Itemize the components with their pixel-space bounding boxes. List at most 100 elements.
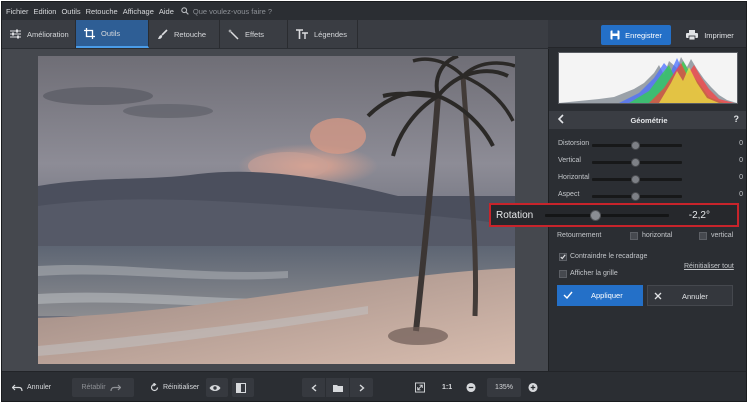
chevron-right-icon xyxy=(359,383,365,392)
navigation-group xyxy=(302,378,373,397)
rotation-track[interactable] xyxy=(545,210,669,221)
actual-size-button[interactable]: 1:1 xyxy=(442,378,458,397)
redo-button[interactable]: Rétablir xyxy=(72,378,134,397)
rotation-slider-row[interactable]: Rotation -2,2° xyxy=(489,203,739,227)
constrain-crop-label: Contraindre le recadrage xyxy=(570,253,648,260)
show-grid-checkbox[interactable] xyxy=(559,270,567,278)
reset-label: Réinitialiser xyxy=(163,384,200,391)
zoom-out-button[interactable] xyxy=(466,378,480,397)
toolbar-spacer xyxy=(358,20,548,48)
rotation-label: Rotation xyxy=(496,210,534,221)
flip-horizontal-checkbox[interactable] xyxy=(630,232,638,240)
folder-icon xyxy=(332,384,343,392)
slider-value: 0 xyxy=(739,157,743,164)
tab-retouche[interactable]: Retouche xyxy=(149,20,220,48)
magic-wand-icon xyxy=(228,28,239,40)
apply-label: Appliquer xyxy=(591,291,623,300)
beach-photo[interactable] xyxy=(38,56,515,364)
printer-icon xyxy=(686,30,699,40)
fit-screen-button[interactable] xyxy=(415,378,429,397)
menu-retouche[interactable]: Retouche xyxy=(86,7,118,16)
search-box[interactable]: Que voulez-vous faire ? xyxy=(181,7,272,16)
histogram-graph xyxy=(559,57,737,103)
menu-bar: Fichier Edition Outils Retouche Affichag… xyxy=(2,2,746,20)
tab-label: Légendes xyxy=(314,29,347,39)
tab-outils[interactable]: Outils xyxy=(76,20,149,48)
print-label: Imprimer xyxy=(704,30,734,40)
slider-value: 0 xyxy=(739,191,743,198)
slider-knob[interactable] xyxy=(631,141,640,150)
slider-track[interactable] xyxy=(592,192,682,201)
menu-affichage[interactable]: Affichage xyxy=(123,7,154,16)
slider-distorsion[interactable]: Distorsion 0 xyxy=(558,139,743,151)
compare-icon xyxy=(236,382,246,393)
flip-vertical-label: vertical xyxy=(711,232,734,239)
rotation-knob[interactable] xyxy=(590,210,601,221)
search-icon xyxy=(181,7,189,15)
photo-editor-window: Fichier Edition Outils Retouche Affichag… xyxy=(1,1,747,402)
slider-track[interactable] xyxy=(592,175,682,184)
slider-knob[interactable] xyxy=(631,192,640,201)
menu-edition[interactable]: Edition xyxy=(34,7,57,16)
print-button[interactable]: Imprimer xyxy=(674,25,746,45)
constrain-crop-checkbox[interactable] xyxy=(559,253,567,261)
menu-outils[interactable]: Outils xyxy=(61,7,80,16)
tab-effets[interactable]: Effets xyxy=(220,20,288,48)
close-icon xyxy=(654,292,662,300)
zoom-in-icon xyxy=(528,382,538,393)
open-folder-button[interactable] xyxy=(326,378,350,397)
slider-track[interactable] xyxy=(592,158,682,167)
brush-icon xyxy=(158,28,168,39)
tab-amelioration[interactable]: Amélioration xyxy=(2,20,76,48)
slider-knob[interactable] xyxy=(631,175,640,184)
search-placeholder: Que voulez-vous faire ? xyxy=(192,6,273,16)
save-button[interactable]: Enregistrer xyxy=(601,25,671,45)
flip-vertical-checkbox[interactable] xyxy=(699,232,707,240)
menu-fichier[interactable]: Fichier xyxy=(6,7,29,16)
rotation-value: -2,2° xyxy=(688,210,710,221)
slider-knob[interactable] xyxy=(631,158,640,167)
help-icon[interactable]: ? xyxy=(734,114,740,124)
slider-horizontal[interactable]: Horizontal 0 xyxy=(558,173,743,185)
check-icon xyxy=(563,291,573,299)
slider-aspect[interactable]: Aspect 0 xyxy=(558,190,743,202)
text-icon xyxy=(296,29,308,39)
save-label: Enregistrer xyxy=(625,30,662,40)
reset-all-link[interactable]: Réinitialiser tout xyxy=(684,263,734,270)
flip-label: Retournement xyxy=(557,232,602,239)
previous-button[interactable] xyxy=(302,378,326,397)
zoom-level-field[interactable]: 135% xyxy=(487,378,521,397)
show-grid-label: Afficher la grille xyxy=(570,270,618,277)
preview-toggle-button[interactable] xyxy=(206,378,228,397)
zoom-value: 135% xyxy=(495,384,513,391)
sliders-icon xyxy=(10,29,21,39)
slider-value: 0 xyxy=(739,174,743,181)
ratio-label: 1:1 xyxy=(442,384,453,391)
tab-legendes[interactable]: Légendes xyxy=(288,20,358,48)
slider-label: Vertical xyxy=(558,157,581,164)
apply-button[interactable]: Appliquer xyxy=(557,285,643,306)
slider-vertical[interactable]: Vertical 0 xyxy=(558,156,743,168)
undo-button[interactable]: Annuler xyxy=(12,378,68,397)
histogram xyxy=(558,52,738,104)
image-canvas[interactable] xyxy=(2,49,548,371)
zoom-in-button[interactable] xyxy=(528,378,542,397)
chevron-left-icon[interactable] xyxy=(557,114,564,124)
undo-icon xyxy=(12,384,23,391)
redo-icon xyxy=(109,384,121,391)
reset-button[interactable]: Réinitialiser xyxy=(150,378,202,397)
geometry-header: Géométrie ? xyxy=(549,111,746,129)
next-button[interactable] xyxy=(350,378,373,397)
floppy-icon xyxy=(610,30,620,40)
cancel-button[interactable]: Annuler xyxy=(647,285,733,306)
menu-aide[interactable]: Aide xyxy=(159,7,174,16)
crop-icon xyxy=(84,27,95,39)
slider-label: Aspect xyxy=(558,191,580,198)
reset-icon xyxy=(150,383,159,392)
checkmark-icon xyxy=(560,254,566,260)
eye-icon xyxy=(209,384,221,391)
redo-label: Rétablir xyxy=(81,384,106,391)
slider-label: Horizontal xyxy=(558,174,590,181)
compare-button[interactable] xyxy=(232,378,254,397)
slider-track[interactable] xyxy=(592,141,682,150)
